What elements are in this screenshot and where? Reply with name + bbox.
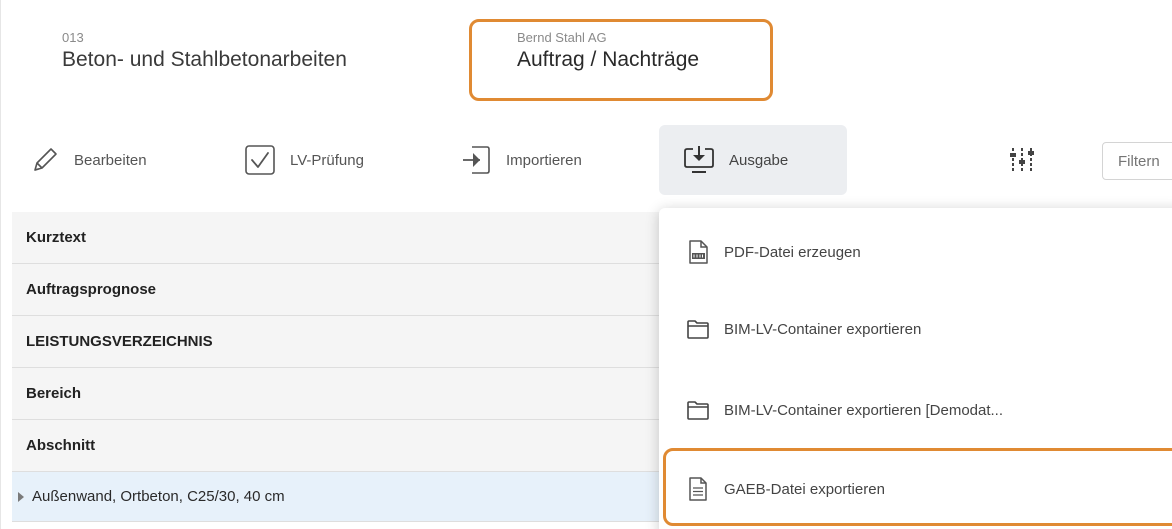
table-row-kurztext[interactable]: Kurztext (12, 212, 672, 264)
contract-highlight-frame (469, 19, 773, 101)
table-row-position[interactable]: Außenwand, Ortbeton, C25/30, 40 cm (12, 472, 672, 522)
pdf-file-icon (686, 240, 710, 264)
output-button[interactable]: Ausgabe (659, 125, 847, 195)
sliders-icon (1008, 145, 1036, 175)
lv-check-label: LV-Prüfung (290, 151, 364, 169)
menu-item-pdf[interactable]: PDF-Datei erzeugen (659, 212, 1172, 292)
table-row-auftragsprognose[interactable]: Auftragsprognose (12, 264, 672, 316)
export-monitor-icon (683, 144, 715, 176)
menu-item-gaeb-export[interactable]: GAEB-Datei exportieren (659, 449, 1172, 529)
row-label: Bereich (26, 385, 82, 402)
output-dropdown-menu: PDF-Datei erzeugen BIM-LV-Container expo… (659, 208, 1172, 529)
folder-icon (686, 317, 710, 341)
project-info[interactable]: 013 Beton- und Stahlbetonarbeiten (62, 30, 347, 74)
lv-check-button[interactable]: LV-Prüfung (244, 124, 364, 196)
table-row-abschnitt[interactable]: Abschnitt (12, 420, 672, 472)
left-border (0, 0, 1, 529)
output-label: Ausgabe (729, 151, 789, 169)
document-icon (686, 477, 710, 501)
checkbox-icon (244, 144, 276, 176)
menu-item-label: PDF-Datei erzeugen (724, 243, 861, 261)
pencil-icon (30, 145, 60, 175)
menu-item-bim-export[interactable]: BIM-LV-Container exportieren (659, 289, 1172, 369)
lv-table: Kurztext Auftragsprognose LEISTUNGSVERZE… (12, 212, 672, 522)
filter-input[interactable] (1102, 142, 1172, 180)
import-label: Importieren (506, 151, 582, 169)
edit-label: Bearbeiten (74, 151, 147, 169)
column-settings-button[interactable] (1008, 124, 1036, 196)
folder-icon (686, 398, 710, 422)
table-row-bereich[interactable]: Bereich (12, 368, 672, 420)
row-label: Außenwand, Ortbeton, C25/30, 40 cm (32, 488, 285, 505)
menu-item-bim-export-demo[interactable]: BIM-LV-Container exportieren [Demodat... (659, 370, 1172, 450)
import-button[interactable]: Importieren (460, 124, 582, 196)
expand-arrow-icon[interactable] (18, 491, 24, 502)
toolbar: Bearbeiten LV-Prüfung Importieren Ausgab… (12, 118, 1172, 202)
project-title: Beton- und Stahlbetonarbeiten (62, 48, 347, 71)
menu-item-label: GAEB-Datei exportieren (724, 480, 885, 498)
table-row-leistungsverzeichnis[interactable]: LEISTUNGSVERZEICHNIS (12, 316, 672, 368)
row-label: Kurztext (26, 229, 87, 246)
edit-button[interactable]: Bearbeiten (30, 124, 147, 196)
menu-item-label: BIM-LV-Container exportieren [Demodat... (724, 401, 1004, 419)
row-label: LEISTUNGSVERZEICHNIS (26, 333, 213, 350)
row-label: Abschnitt (26, 437, 96, 454)
import-icon (460, 144, 492, 176)
row-label: Auftragsprognose (26, 281, 157, 298)
project-number: 013 (62, 30, 84, 45)
menu-item-label: BIM-LV-Container exportieren (724, 320, 922, 338)
